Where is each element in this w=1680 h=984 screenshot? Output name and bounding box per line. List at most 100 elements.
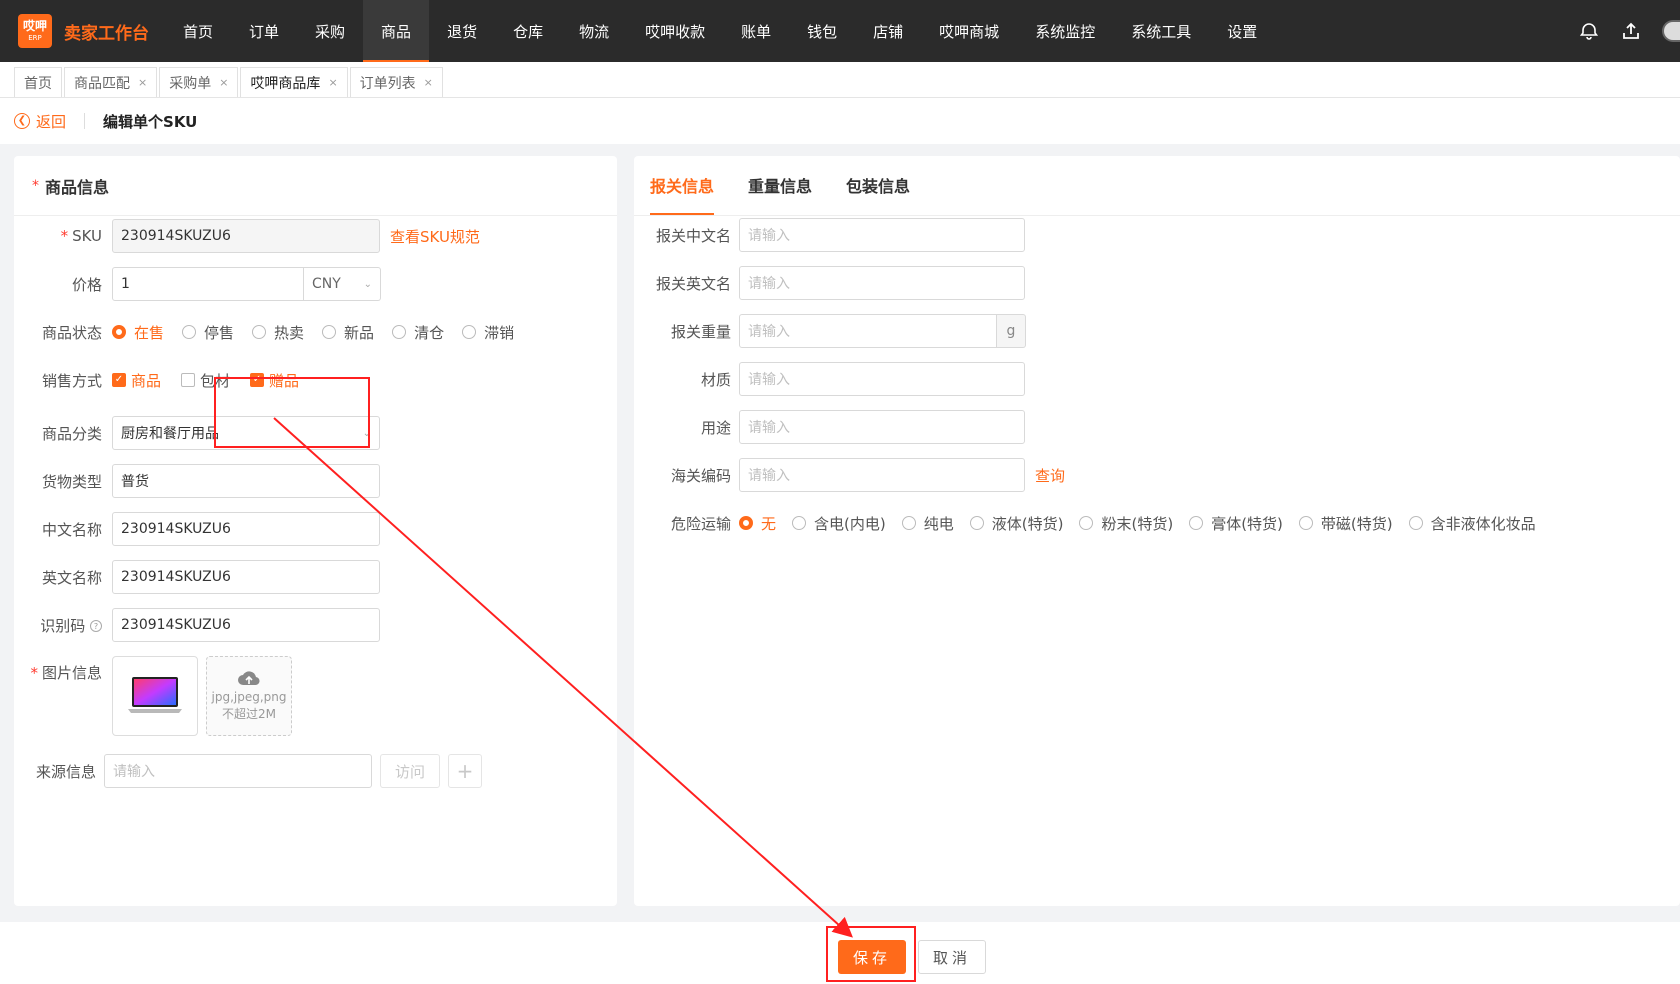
page-tab-label: 采购单: [169, 75, 212, 92]
status-radio[interactable]: 滞销: [462, 322, 514, 343]
status-radio[interactable]: 清仓: [392, 322, 444, 343]
back-button[interactable]: ❮ 返回: [14, 111, 66, 132]
nav-item[interactable]: 退货: [429, 0, 495, 62]
nav-item[interactable]: 商品: [363, 0, 430, 62]
usage-input[interactable]: 请输入: [739, 410, 1025, 444]
customs-en-name-row: 报关英文名 请输入: [634, 266, 1025, 300]
cloud-upload-icon: [238, 671, 260, 686]
danger-radio-label: 膏体(特货): [1211, 514, 1283, 533]
danger-radio[interactable]: 含非液体化妆品: [1408, 513, 1536, 534]
danger-radio[interactable]: 液体(特货): [969, 513, 1063, 534]
hs-code-query-link[interactable]: 查询: [1035, 465, 1065, 486]
danger-radio[interactable]: 纯电: [901, 513, 954, 534]
customs-weight-input[interactable]: 请输入: [739, 314, 997, 348]
status-radio-label: 热卖: [274, 323, 305, 342]
danger-radio[interactable]: 膏体(特货): [1189, 513, 1283, 534]
close-icon[interactable]: ×: [328, 76, 337, 89]
nav-item[interactable]: 账单: [723, 0, 789, 62]
price-input[interactable]: 1: [112, 267, 304, 301]
nav-item[interactable]: 设置: [1209, 0, 1275, 62]
sku-input[interactable]: 230914SKUZU6: [112, 219, 380, 253]
page-tabs-bar: 首页 商品匹配 × 采购单 × 哎呷商品库 × 订单列表 ×: [0, 62, 1680, 98]
product-image-thumbnail[interactable]: [112, 656, 198, 736]
customs-cn-name-input[interactable]: 请输入: [739, 218, 1025, 252]
nav-item[interactable]: 系统监控: [1017, 0, 1113, 62]
page-tab[interactable]: 采购单 ×: [159, 67, 239, 97]
sku-row: * SKU 230914SKUZU6 查看SKU规范: [14, 219, 480, 253]
page-title: 编辑单个SKU: [103, 112, 198, 131]
nav-item[interactable]: 订单: [231, 0, 297, 62]
status-radio-label: 停售: [204, 323, 235, 342]
danger-radio[interactable]: 含电(内电): [792, 513, 886, 534]
nav-item[interactable]: 采购: [297, 0, 363, 62]
help-icon[interactable]: ?: [90, 620, 102, 632]
visit-button[interactable]: 访问: [380, 754, 440, 788]
nav-item[interactable]: 系统工具: [1113, 0, 1209, 62]
usage-row: 用途 请输入: [634, 410, 1025, 444]
nav-item[interactable]: 哎呷商城: [921, 0, 1017, 62]
page-tab[interactable]: 订单列表 ×: [349, 67, 443, 97]
price-row: 价格 1 CNY ⌄: [14, 267, 381, 301]
info-tab[interactable]: 报关信息: [650, 173, 715, 215]
en-name-row: 英文名称 230914SKUZU6: [14, 560, 380, 594]
info-tab[interactable]: 包装信息: [846, 173, 910, 215]
info-tab[interactable]: 重量信息: [748, 173, 812, 215]
material-input[interactable]: 请输入: [739, 362, 1025, 396]
status-radio[interactable]: 在售: [112, 322, 164, 343]
currency-select[interactable]: CNY ⌄: [304, 267, 381, 301]
page-tab[interactable]: 首页: [14, 67, 62, 97]
info-tabs: 报关信息 重量信息 包装信息: [634, 156, 1680, 216]
nav-item[interactable]: 店铺: [855, 0, 921, 62]
brand-name: 卖家工作台: [64, 23, 149, 44]
danger-label: 危险运输: [670, 514, 731, 533]
goods-type-select[interactable]: 普货: [112, 464, 380, 498]
required-mark: *: [32, 177, 39, 194]
page-tab[interactable]: 哎呷商品库 ×: [240, 67, 348, 97]
customs-en-name-input[interactable]: 请输入: [739, 266, 1025, 300]
user-avatar[interactable]: [1662, 20, 1680, 42]
hs-code-input[interactable]: 请输入: [739, 458, 1025, 492]
add-source-button[interactable]: +: [448, 754, 482, 788]
status-radio[interactable]: 新品: [322, 322, 374, 343]
goods-type-row: 货物类型 普货: [14, 464, 380, 498]
customs-cn-name-row: 报关中文名 请输入: [634, 218, 1025, 252]
source-input[interactable]: 请输入: [104, 754, 372, 788]
ident-row: 识别码 ? 230914SKUZU6: [14, 608, 380, 642]
customs-en-name-label: 报关英文名: [655, 274, 731, 293]
nav-item[interactable]: 钱包: [789, 0, 855, 62]
status-radio[interactable]: 停售: [182, 322, 234, 343]
status-radio-label: 在售: [134, 323, 165, 342]
nav-item[interactable]: 物流: [561, 0, 627, 62]
nav-item[interactable]: 哎呷收款: [627, 0, 723, 62]
sale-mode-checkbox[interactable]: ✓ 商品: [112, 370, 161, 391]
status-radio-group: 在售 停售 热卖 新品 清仓 滞销: [112, 322, 532, 343]
radio-dot: [1189, 516, 1204, 530]
panel-title: 商品信息: [45, 177, 110, 197]
status-radio[interactable]: 热卖: [252, 322, 304, 343]
close-icon[interactable]: ×: [138, 76, 147, 89]
image-upload-area[interactable]: jpg,jpeg,png 不超过2M: [206, 656, 292, 736]
top-navigation-bar: 哎呷 ERP 卖家工作台 首页 订单 采购 商品 退货 仓库 物流 哎呷收款 账单 钱包 店铺 哎呷商…: [0, 0, 1680, 62]
cancel-button[interactable]: 取消: [918, 940, 986, 974]
cn-name-input[interactable]: 230914SKUZU6: [112, 512, 380, 546]
sku-spec-link[interactable]: 查看SKU规范: [390, 226, 480, 247]
en-name-input[interactable]: 230914SKUZU6: [112, 560, 380, 594]
nav-item[interactable]: 首页: [165, 0, 231, 62]
danger-radio[interactable]: 粉末(特货): [1079, 513, 1173, 534]
danger-radio[interactable]: 无: [739, 513, 776, 534]
laptop-image: [128, 677, 182, 713]
close-icon[interactable]: ×: [424, 76, 433, 89]
ident-input[interactable]: 230914SKUZU6: [112, 608, 380, 642]
nav-item[interactable]: 仓库: [495, 0, 561, 62]
notification-icon[interactable]: [1578, 20, 1600, 42]
danger-radio-label: 纯电: [923, 514, 954, 533]
radio-dot: [112, 325, 126, 339]
panel-header: * 商品信息: [14, 156, 617, 216]
radio-dot: [901, 516, 916, 530]
product-info-panel: * 商品信息 * SKU 230914SKUZU6 查看SKU规范 价格 1 CN…: [14, 156, 617, 906]
upload-icon[interactable]: [1620, 20, 1642, 42]
close-icon[interactable]: ×: [219, 76, 228, 89]
page-tab[interactable]: 商品匹配 ×: [64, 67, 158, 97]
radio-dot: [322, 325, 337, 339]
danger-radio[interactable]: 带磁(特货): [1298, 513, 1393, 534]
